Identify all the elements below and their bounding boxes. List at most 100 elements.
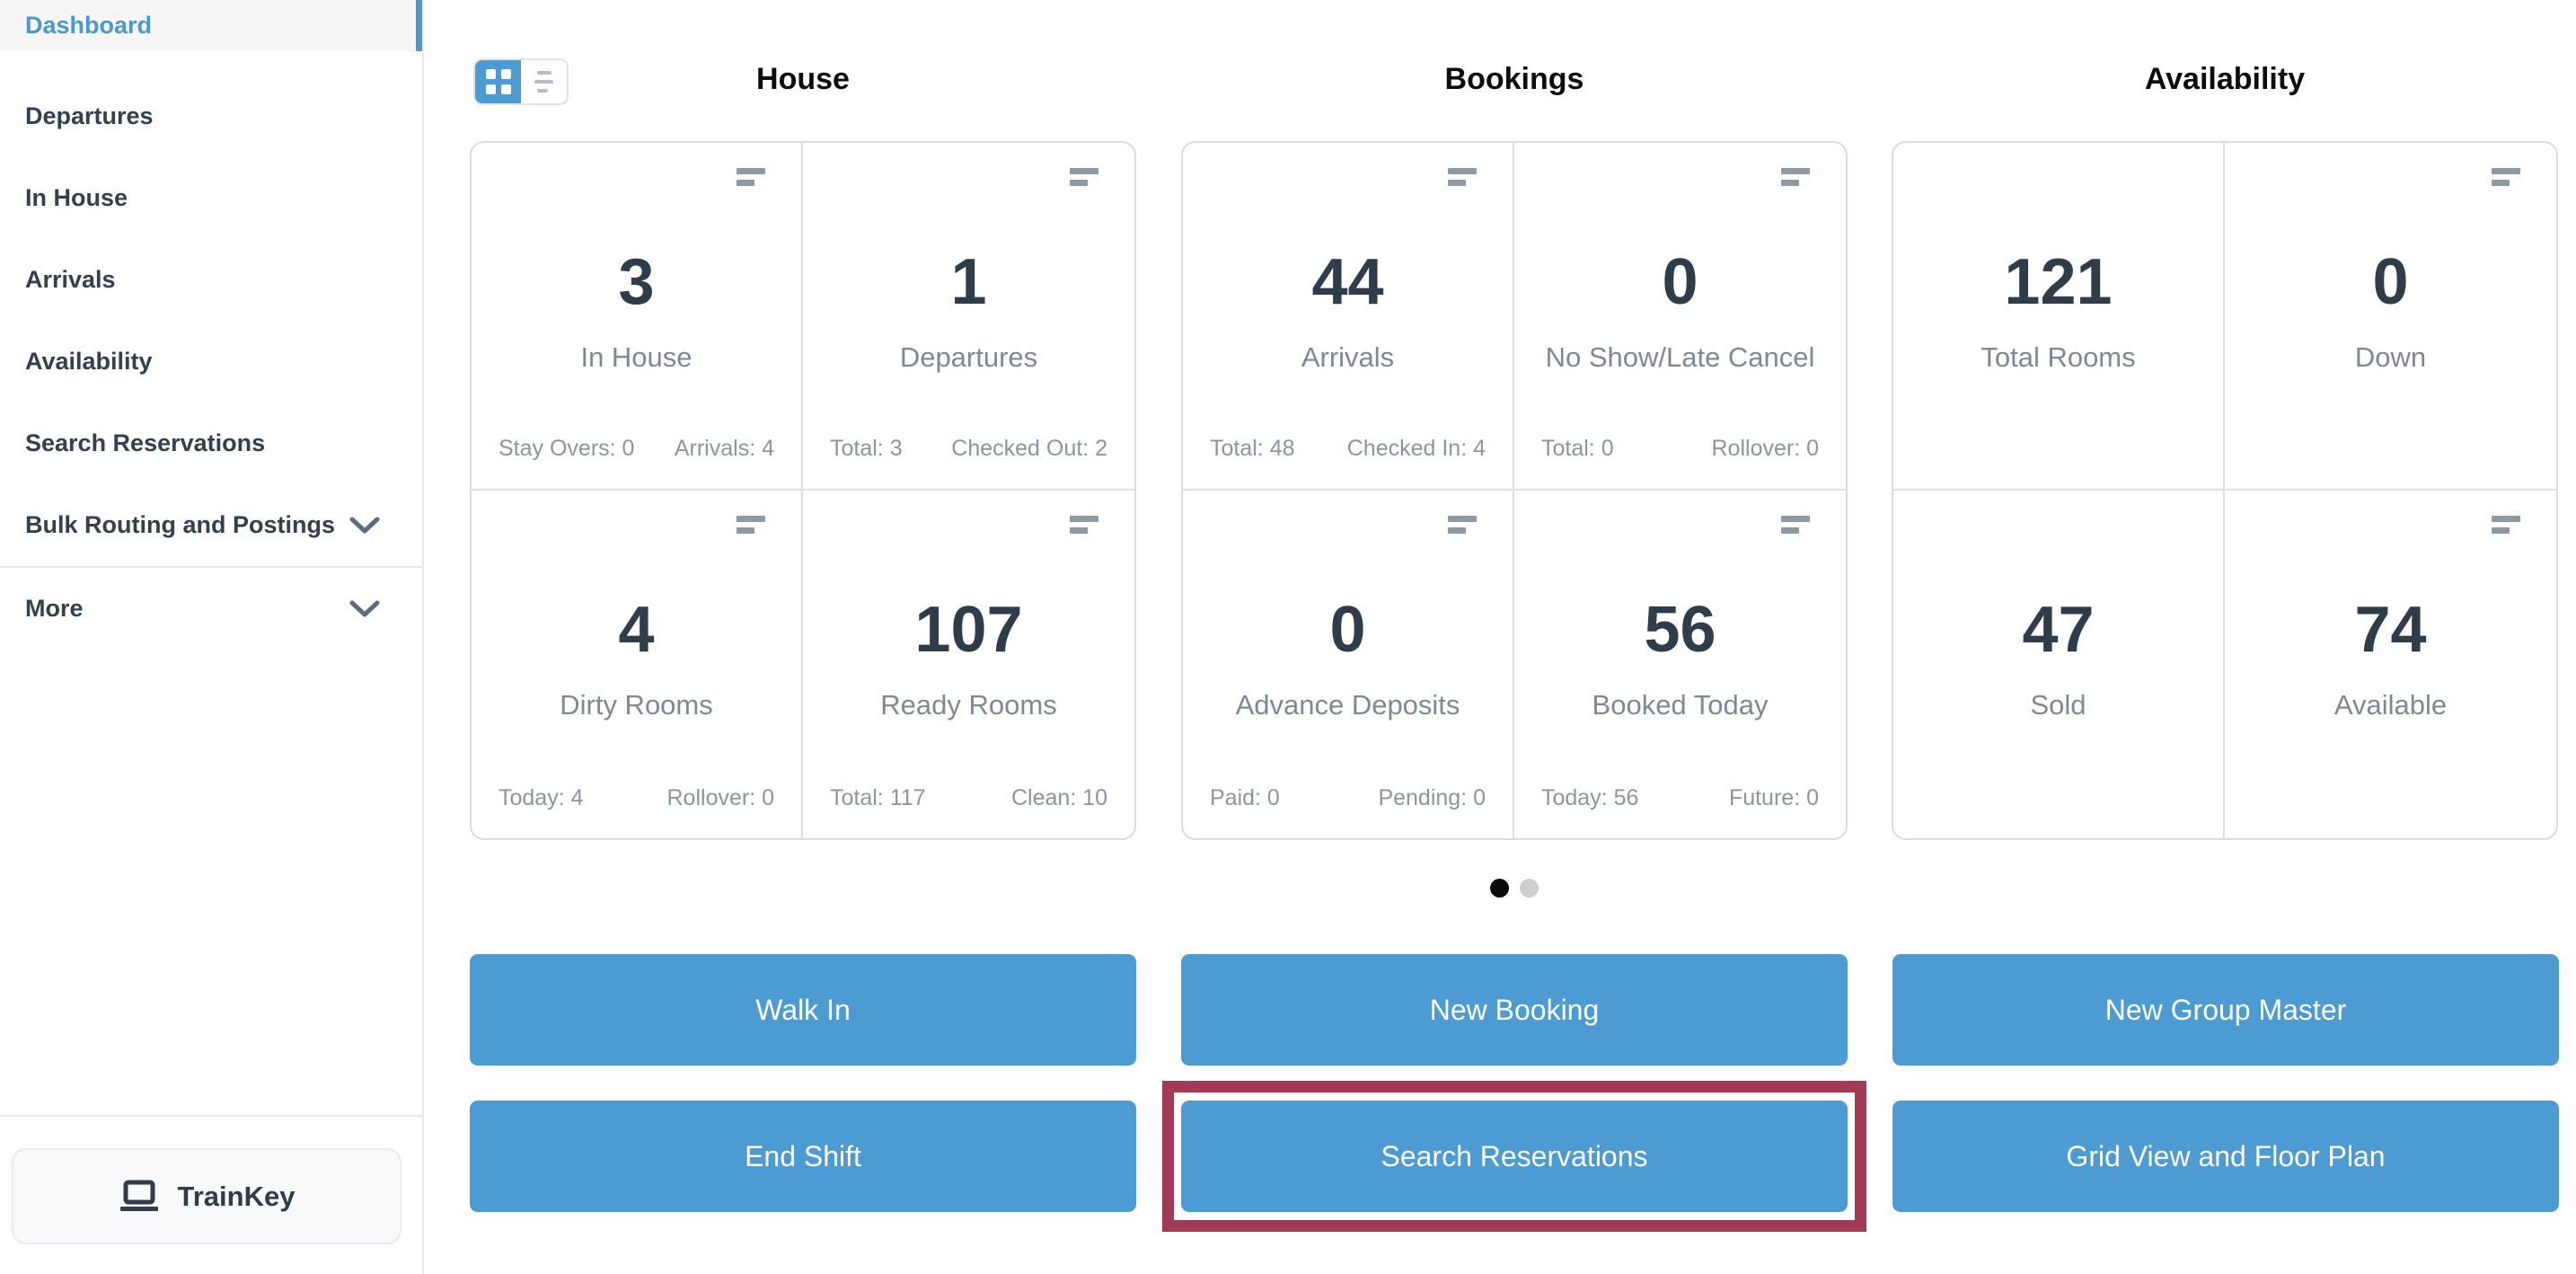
stat-value: 107 xyxy=(803,591,1134,668)
new-booking-button[interactable]: New Booking xyxy=(1181,954,1848,1066)
stat-footnote-right: Pending: 0 xyxy=(1378,785,1486,811)
sidebar-item-label: In House xyxy=(25,184,128,212)
stat-footnote-left: Today: 4 xyxy=(498,785,584,811)
sidebar-item-label: Availability xyxy=(25,348,153,376)
sidebar-item-label: Bulk Routing and Postings xyxy=(25,511,335,539)
sidebar-item-availability[interactable]: Availability xyxy=(0,321,422,403)
stat-footnote-left: Total: 117 xyxy=(830,785,926,811)
pagination-dot-2[interactable] xyxy=(1520,879,1539,898)
highlighted-button-wrap: Search Reservations xyxy=(1181,1101,1848,1212)
menu-bars-icon[interactable] xyxy=(1781,516,1810,534)
active-item-indicator xyxy=(416,0,422,51)
sidebar-item-departures[interactable]: Departures xyxy=(0,75,422,157)
stat-value: 44 xyxy=(1183,243,1513,321)
sidebar-item-arrivals[interactable]: Arrivals xyxy=(0,239,422,321)
sidebar-item-more[interactable]: More xyxy=(0,568,422,650)
stat-value: 121 xyxy=(1893,243,2223,321)
menu-bars-icon[interactable] xyxy=(1448,516,1477,534)
menu-bars-icon[interactable] xyxy=(1070,168,1098,186)
stat-label: Sold xyxy=(1893,688,2223,722)
stat-footnote-right: Clean: 10 xyxy=(1011,785,1107,811)
stat-card-total-rooms[interactable]: 121 Total Rooms xyxy=(1893,143,2225,491)
sidebar-item-bulk-routing[interactable]: Bulk Routing and Postings xyxy=(0,484,422,566)
availability-card-group: 121 Total Rooms 0 Down 47 Sold 74 Availa… xyxy=(1892,141,2558,840)
laptop-icon xyxy=(119,1180,160,1214)
stat-label: In House xyxy=(472,341,801,375)
stat-footnote-right: Future: 0 xyxy=(1729,785,1819,811)
stat-value: 47 xyxy=(1893,591,2223,668)
trainkey-button[interactable]: TrainKey xyxy=(12,1148,401,1244)
stat-label: Dirty Rooms xyxy=(472,688,801,722)
stat-footnote-left: Total: 3 xyxy=(830,436,903,462)
stat-label: Departures xyxy=(803,341,1134,375)
stat-label: Arrivals xyxy=(1183,341,1513,375)
stat-footnote-left: Total: 48 xyxy=(1210,436,1295,462)
menu-bars-icon[interactable] xyxy=(1070,516,1098,534)
stat-label: No Show/Late Cancel xyxy=(1514,341,1846,375)
stat-footnote-right: Arrivals: 4 xyxy=(675,436,774,462)
sidebar-item-in-house[interactable]: In House xyxy=(0,157,422,239)
stat-footnote-right: Checked Out: 2 xyxy=(951,436,1107,462)
menu-bars-icon[interactable] xyxy=(2492,516,2520,534)
stat-value: 0 xyxy=(1183,591,1513,668)
stat-footnote-right: Rollover: 0 xyxy=(1712,436,1820,462)
stat-value: 0 xyxy=(1514,243,1846,321)
stat-footnote-left: Today: 56 xyxy=(1541,785,1638,811)
walk-in-button[interactable]: Walk In xyxy=(470,954,1136,1066)
stat-card-advance-deposits[interactable]: 0 Advance Deposits Paid: 0 Pending: 0 xyxy=(1183,491,1514,838)
sidebar-item-label: Search Reservations xyxy=(25,429,265,457)
stat-card-arrivals[interactable]: 44 Arrivals Total: 48 Checked In: 4 xyxy=(1183,143,1514,491)
house-card-group: 3 In House Stay Overs: 0 Arrivals: 4 1 D… xyxy=(470,141,1136,840)
quick-actions: Walk In New Booking New Group Master End… xyxy=(470,954,2559,1212)
search-reservations-button[interactable]: Search Reservations xyxy=(1181,1101,1848,1212)
carousel-pagination xyxy=(1181,879,1848,898)
stat-label: Booked Today xyxy=(1514,688,1846,722)
dashboard-screen: Dashboard Departures In House Arrivals A… xyxy=(0,0,2576,1274)
chevron-down-icon xyxy=(349,516,380,535)
new-group-master-button[interactable]: New Group Master xyxy=(1892,954,2559,1066)
menu-bars-icon[interactable] xyxy=(1448,168,1477,186)
stat-label: Available xyxy=(2225,688,2556,722)
sidebar-item-label: Departures xyxy=(25,102,154,130)
sidebar-item-search-reservations[interactable]: Search Reservations xyxy=(0,403,422,484)
stat-card-in-house[interactable]: 3 In House Stay Overs: 0 Arrivals: 4 xyxy=(472,143,803,491)
bookings-card-group: 44 Arrivals Total: 48 Checked In: 4 0 No… xyxy=(1181,141,1848,840)
section-title-availability: Availability xyxy=(1892,57,2558,102)
section-title-house: House xyxy=(470,57,1136,102)
stat-footnote-right: Checked In: 4 xyxy=(1347,436,1486,462)
pagination-dot-1[interactable] xyxy=(1490,879,1509,898)
stat-card-ready-rooms[interactable]: 107 Ready Rooms Total: 117 Clean: 10 xyxy=(803,491,1134,838)
stat-value: 56 xyxy=(1514,591,1846,668)
menu-bars-icon[interactable] xyxy=(737,168,765,186)
sidebar: Dashboard Departures In House Arrivals A… xyxy=(0,0,424,1274)
stat-footnote-left: Total: 0 xyxy=(1541,436,1614,462)
stat-label: Down xyxy=(2225,341,2556,375)
stat-footnote-left: Paid: 0 xyxy=(1210,785,1280,811)
sidebar-item-dashboard[interactable]: Dashboard xyxy=(0,0,422,51)
stat-card-available[interactable]: 74 Available xyxy=(2225,491,2556,838)
stat-card-dirty-rooms[interactable]: 4 Dirty Rooms Today: 4 Rollover: 0 xyxy=(472,491,803,838)
menu-bars-icon[interactable] xyxy=(1781,168,1810,186)
stat-card-sold[interactable]: 47 Sold xyxy=(1893,491,2225,838)
sidebar-item-label: Dashboard xyxy=(25,12,152,40)
stat-value: 3 xyxy=(472,243,801,321)
menu-bars-icon[interactable] xyxy=(737,516,765,534)
trainkey-label: TrainKey xyxy=(178,1181,296,1213)
menu-bars-icon[interactable] xyxy=(2492,168,2520,186)
stat-value: 74 xyxy=(2225,591,2556,668)
sidebar-item-label: More xyxy=(25,595,84,623)
grid-view-floor-plan-button[interactable]: Grid View and Floor Plan xyxy=(1892,1101,2559,1212)
stat-card-departures[interactable]: 1 Departures Total: 3 Checked Out: 2 xyxy=(803,143,1134,491)
stat-card-no-show[interactable]: 0 No Show/Late Cancel Total: 0 Rollover:… xyxy=(1514,143,1846,491)
stat-card-booked-today[interactable]: 56 Booked Today Today: 56 Future: 0 xyxy=(1514,491,1846,838)
stat-card-down[interactable]: 0 Down xyxy=(2225,143,2556,491)
section-title-bookings: Bookings xyxy=(1181,57,1848,102)
stat-label: Advance Deposits xyxy=(1183,688,1513,722)
chevron-down-icon xyxy=(349,599,380,619)
end-shift-button[interactable]: End Shift xyxy=(470,1101,1136,1212)
stat-label: Ready Rooms xyxy=(803,688,1134,722)
sidebar-footer-divider xyxy=(0,1115,422,1117)
stat-footnote-right: Rollover: 0 xyxy=(667,785,775,811)
sidebar-item-label: Arrivals xyxy=(25,266,116,294)
stat-label: Total Rooms xyxy=(1893,341,2223,375)
